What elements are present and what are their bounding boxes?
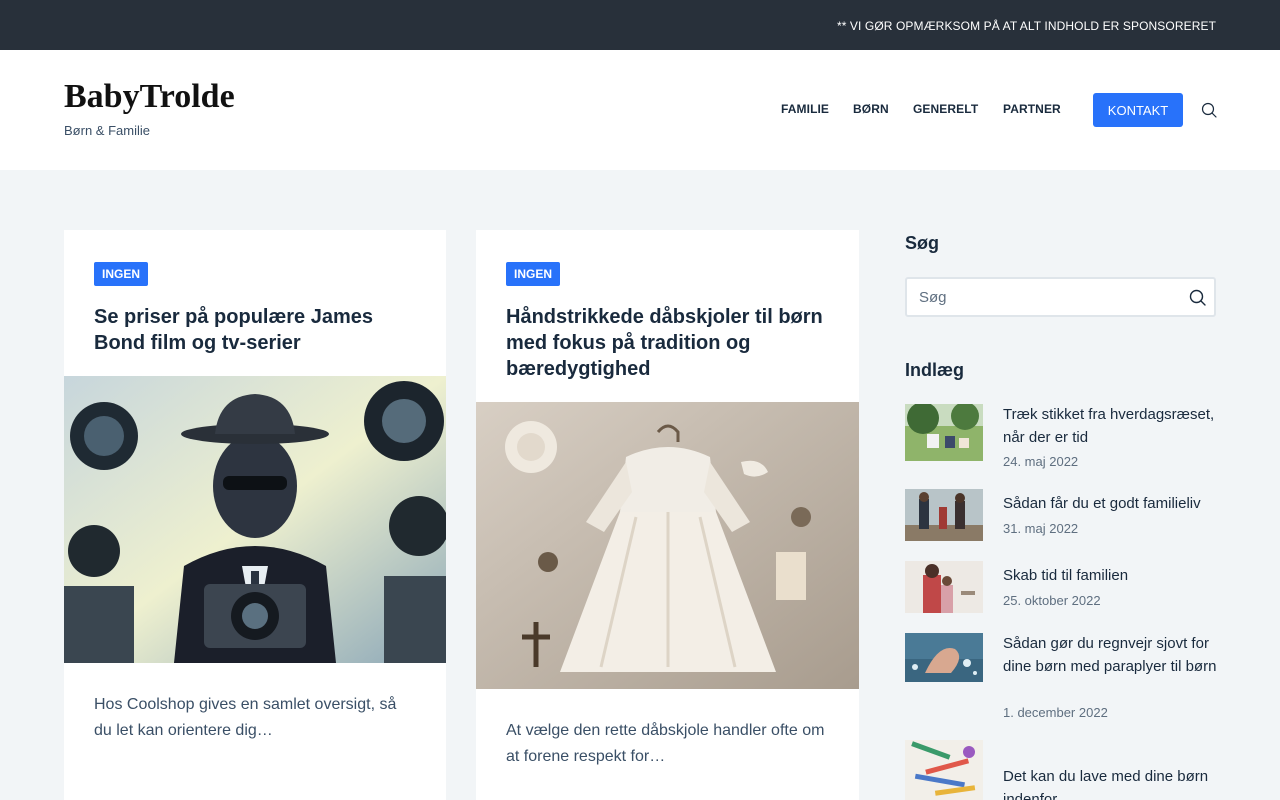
recent-post-date: 1. december 2022 — [1003, 705, 1108, 720]
recent-post-date: 25. oktober 2022 — [1003, 593, 1101, 608]
post-card: INGEN Se priser på populære James Bond f… — [64, 230, 446, 800]
post-thumbnail[interactable] — [905, 489, 983, 541]
category-badge[interactable]: INGEN — [94, 262, 149, 286]
site-title[interactable]: BabyTrolde — [64, 78, 235, 116]
post-image[interactable] — [64, 376, 446, 663]
post-thumbnail[interactable] — [905, 561, 983, 613]
post-thumbnail[interactable] — [905, 740, 983, 800]
site-tagline: Børn & Familie — [64, 123, 150, 138]
post-thumbnail[interactable] — [905, 633, 983, 682]
recent-post-date: 24. maj 2022 — [1003, 454, 1079, 469]
recent-post-title[interactable]: Træk stikket fra hverdagsræset, når der … — [1003, 404, 1219, 449]
site-header: BabyTrolde Børn & Familie FAMILIE BØRN G… — [0, 50, 1280, 170]
recent-post-title[interactable]: Sådan får du et godt familieliv — [1003, 493, 1219, 516]
nav-item-generelt[interactable]: GENERELT — [913, 102, 978, 118]
recent-post-title[interactable]: Skab tid til familien — [1003, 565, 1219, 588]
search-icon[interactable] — [1201, 102, 1217, 118]
post-excerpt: At vælge den rette dåbskjole handler oft… — [506, 722, 825, 765]
category-badge[interactable]: INGEN — [506, 262, 561, 286]
post-image[interactable] — [476, 402, 859, 689]
recent-post-title[interactable]: Sådan gør du regnvejr sjovt for dine bør… — [1003, 633, 1219, 678]
post-excerpt: Hos Coolshop gives en samlet oversigt, s… — [94, 696, 397, 739]
search-input[interactable] — [907, 279, 1177, 315]
search-icon[interactable] — [1189, 289, 1206, 306]
nav-item-born[interactable]: BØRN — [853, 102, 889, 118]
recent-post-date: 31. maj 2022 — [1003, 521, 1079, 536]
sidebar-search — [905, 277, 1216, 317]
sponsored-notice: ** VI GØR OPMÆRKSOM PÅ AT ALT INDHOLD ER… — [836, 19, 1216, 33]
post-title[interactable]: Se priser på populære James Bond film og… — [94, 304, 420, 356]
post-title[interactable]: Håndstrikkede dåbskjoler til børn med fo… — [506, 304, 833, 382]
contact-button[interactable]: KONTAKT — [1093, 93, 1183, 127]
nav-item-partner[interactable]: PARTNER — [1003, 102, 1061, 118]
search-widget-title: Søg — [905, 233, 939, 253]
post-card: INGEN Håndstrikkede dåbskjoler til børn … — [476, 230, 859, 800]
nav-item-familie[interactable]: FAMILIE — [781, 102, 829, 118]
recent-post-title[interactable]: Det kan du lave med dine børn indenfor — [1003, 766, 1219, 800]
post-thumbnail[interactable] — [905, 404, 983, 461]
posts-widget-title: Indlæg — [905, 360, 964, 380]
top-notice-bar: ** VI GØR OPMÆRKSOM PÅ AT ALT INDHOLD ER… — [0, 0, 1280, 50]
